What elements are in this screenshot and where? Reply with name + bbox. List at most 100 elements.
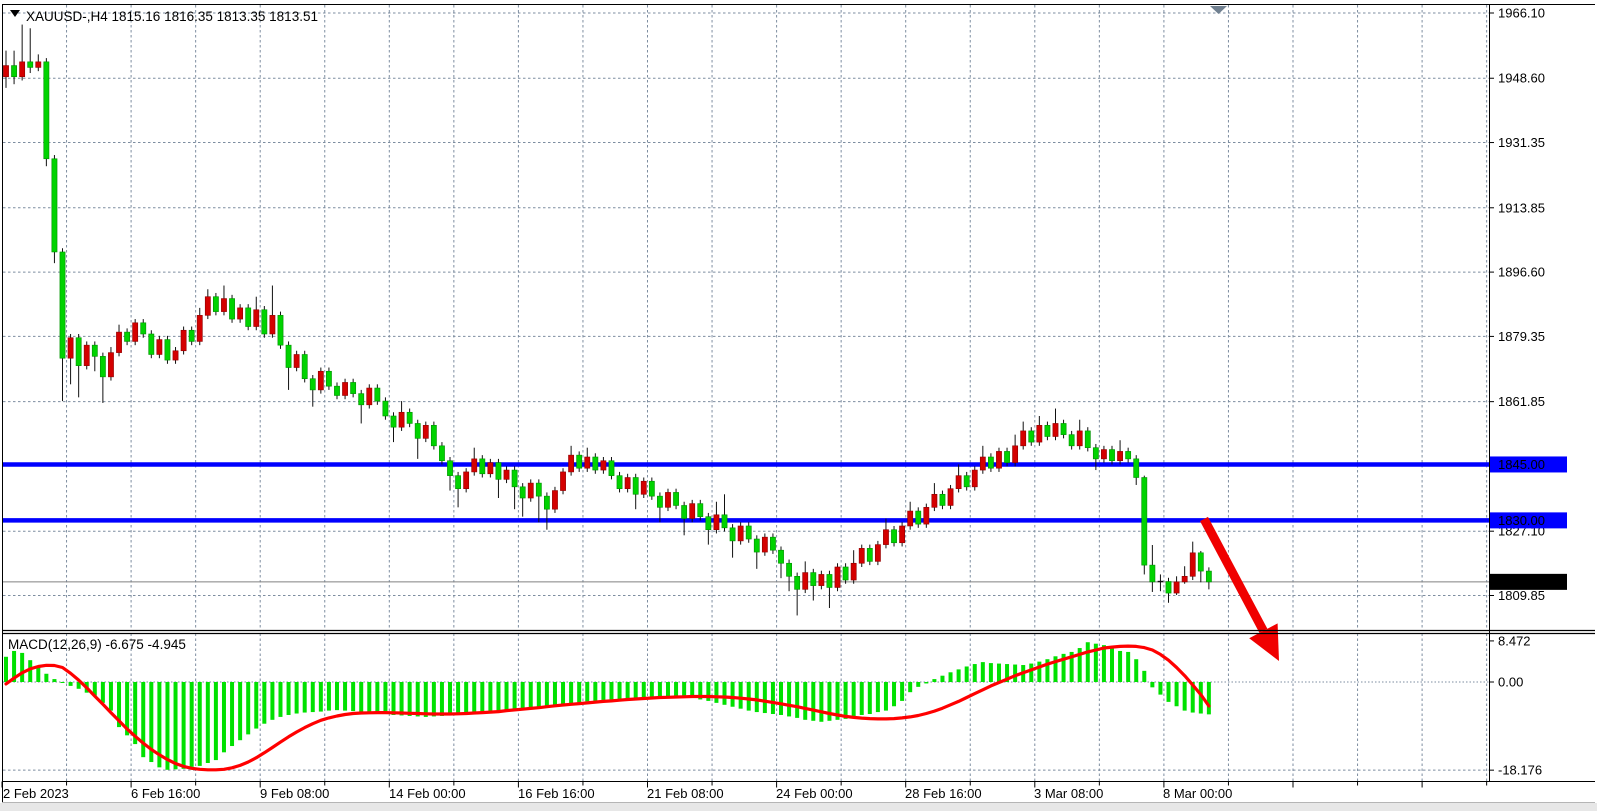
macd-histogram-bar	[658, 682, 662, 697]
macd-histogram-bar	[101, 682, 105, 703]
down-arrow-shaft[interactable]	[1204, 519, 1263, 631]
panel-resize-separator[interactable]	[2, 631, 1595, 634]
macd-histogram-bar	[69, 682, 73, 686]
candle-body	[334, 386, 339, 395]
candle-body	[44, 62, 49, 159]
macd-histogram-bar	[1037, 662, 1041, 682]
macd-histogram-bar	[1118, 651, 1122, 682]
horizontal-line-objects[interactable]	[3, 464, 1489, 520]
candle-body	[20, 62, 25, 77]
candle-body	[1166, 582, 1171, 594]
macd-histogram-bar	[335, 682, 339, 710]
macd-histogram-bar	[1183, 682, 1187, 711]
candle-body	[359, 394, 364, 405]
candle-body	[294, 354, 299, 367]
candle-body	[1045, 425, 1050, 436]
trend-arrow-object[interactable]	[1204, 519, 1279, 661]
macd-histogram-bar	[1102, 645, 1106, 682]
candle-body	[665, 492, 670, 507]
candle-body	[916, 511, 921, 524]
candle-body	[673, 492, 678, 505]
candles-layer	[3, 25, 1211, 616]
macd-histogram-bar	[359, 682, 363, 712]
candle-body	[213, 297, 218, 312]
candle-body	[3, 66, 8, 77]
price-axis-label: 1861.85	[1498, 394, 1545, 409]
candle-body	[1077, 431, 1082, 446]
candle-body	[455, 476, 460, 489]
price-axis-label: 1879.35	[1498, 329, 1545, 344]
candle-body	[318, 371, 323, 390]
candle-body	[754, 539, 759, 552]
price-axis[interactable]: 1966.101948.601931.351913.851896.601879.…	[1490, 6, 1568, 778]
candle-body	[84, 345, 89, 366]
macd-histogram-bar	[618, 682, 622, 699]
macd-histogram-bar	[343, 682, 347, 711]
macd-histogram-bar	[949, 672, 953, 682]
macd-scale-label: 8.472	[1498, 633, 1531, 648]
macd-histogram-bar	[1150, 682, 1154, 687]
macd-histogram-bar	[545, 682, 549, 706]
candle-body	[956, 476, 961, 489]
candle-body	[100, 356, 105, 377]
macd-histogram-bar	[1207, 682, 1211, 714]
macd-histogram-bar	[739, 682, 743, 709]
time-axis[interactable]: 2 Feb 20236 Feb 16:009 Feb 08:0014 Feb 0…	[2, 782, 1487, 802]
candle-body	[544, 496, 549, 509]
candle-body	[795, 576, 800, 589]
macd-histogram-bar	[1029, 664, 1033, 682]
candle-body	[536, 483, 541, 496]
candle-body	[197, 315, 202, 341]
macd-histogram-bar	[957, 669, 961, 682]
macd-histogram-bar	[924, 682, 928, 683]
macd-histogram-bar	[722, 682, 726, 705]
candle-body	[286, 345, 291, 367]
macd-histogram-bar	[521, 682, 525, 709]
candle-body	[1150, 565, 1155, 582]
macd-histogram-bar	[44, 674, 48, 682]
candle-body	[585, 457, 590, 468]
candle-body	[690, 504, 695, 519]
macd-histogram-bar	[1086, 642, 1090, 682]
candle-body	[569, 455, 574, 472]
macd-histogram-bar	[553, 682, 557, 705]
candle-body	[157, 340, 162, 355]
macd-histogram-bar	[367, 682, 371, 713]
candle-body	[900, 526, 905, 543]
macd-histogram-bar	[505, 682, 509, 711]
macd-histogram-bar	[771, 682, 775, 714]
macd-histogram-bar	[400, 682, 404, 715]
macd-histogram-bar	[1126, 652, 1130, 682]
candle-body	[1126, 451, 1131, 458]
time-axis-label: 3 Mar 08:00	[1034, 786, 1103, 801]
macd-histogram-bar	[884, 682, 888, 711]
time-axis-label: 9 Feb 08:00	[260, 786, 329, 801]
candle-body	[60, 252, 65, 358]
macd-histogram-bar	[424, 682, 428, 717]
candle-body	[254, 310, 259, 327]
trading-terminal-chart-window: 1966.101948.601931.351913.851896.601879.…	[0, 0, 1597, 811]
candle-body	[819, 574, 824, 585]
macd-histogram-bar	[464, 682, 468, 714]
macd-histogram-bar	[496, 682, 500, 712]
macd-histogram-bar	[819, 682, 823, 722]
candle-body	[439, 446, 444, 461]
macd-histogram-bar	[1142, 671, 1146, 682]
candle-body	[1085, 431, 1090, 448]
candle-body	[472, 459, 477, 472]
macd-histogram-bar	[609, 682, 613, 699]
macd-histogram-bar	[973, 664, 977, 682]
macd-histogram-bar	[440, 682, 444, 716]
candle-body	[996, 451, 1001, 468]
time-axis-label: 21 Feb 08:00	[647, 786, 724, 801]
macd-histogram-bar	[731, 682, 735, 707]
candle-body	[940, 494, 945, 505]
candle-body	[617, 476, 622, 489]
time-axis-label: 28 Feb 16:00	[905, 786, 982, 801]
candle-body	[1037, 425, 1042, 442]
candle-body	[714, 515, 719, 530]
candle-body	[1206, 571, 1211, 582]
chart-canvas[interactable]: 1966.101948.601931.351913.851896.601879.…	[0, 0, 1597, 811]
macd-histogram-bar	[287, 682, 291, 715]
candle-body	[1061, 423, 1066, 434]
